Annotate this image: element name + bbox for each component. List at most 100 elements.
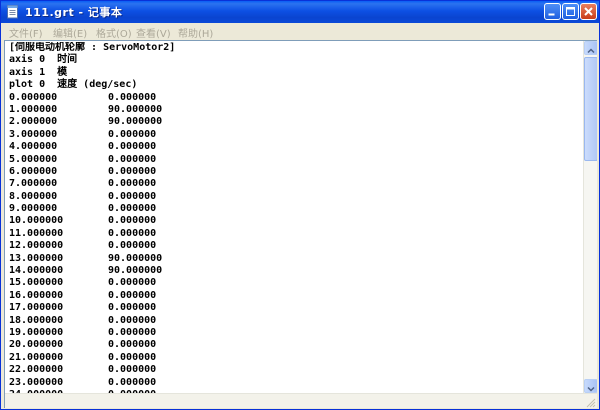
speed-value: 0.000000 bbox=[108, 203, 157, 215]
speed-value: 0.000000 bbox=[108, 277, 157, 289]
header-line: axis 1 模 bbox=[9, 66, 68, 78]
speed-value: 0.000000 bbox=[108, 302, 157, 314]
time-value: 20.000000 bbox=[9, 339, 64, 351]
time-value: 3.000000 bbox=[9, 128, 58, 140]
scroll-up-button[interactable] bbox=[584, 41, 597, 55]
time-value: 23.000000 bbox=[9, 376, 64, 388]
speed-value: 0.000000 bbox=[108, 128, 157, 140]
time-value: 0.000000 bbox=[9, 91, 58, 103]
data-row: 5.000000 0.000000 bbox=[9, 154, 583, 166]
data-row: 10.000000 0.000000 bbox=[9, 215, 583, 227]
speed-value: 0.000000 bbox=[108, 314, 157, 326]
notepad-icon[interactable] bbox=[6, 4, 20, 19]
menu-edit[interactable]: 编辑(E) bbox=[53, 25, 87, 40]
bottom-scroll-strip bbox=[5, 393, 597, 408]
speed-value: 90.000000 bbox=[108, 103, 163, 115]
data-row: 21.000000 0.000000 bbox=[9, 352, 583, 364]
data-row: 23.000000 0.000000 bbox=[9, 377, 583, 389]
speed-value: 90.000000 bbox=[108, 116, 163, 128]
speed-value: 0.000000 bbox=[108, 153, 157, 165]
time-value: 15.000000 bbox=[9, 277, 64, 289]
time-value: 8.000000 bbox=[9, 190, 58, 202]
header-line: plot 0 速度 (deg/sec) bbox=[9, 79, 138, 91]
menu-view[interactable]: 查看(V) bbox=[136, 25, 171, 40]
document-text[interactable]: [伺服电动机轮廓 : ServoMotor2] axis 0 时间 axis 1… bbox=[9, 42, 583, 400]
speed-value: 0.000000 bbox=[108, 190, 157, 202]
menu-bar: 文件(F) 编辑(E) 格式(O) 查看(V) 帮助(H) bbox=[1, 23, 599, 40]
speed-value: 0.000000 bbox=[108, 289, 157, 301]
close-button[interactable] bbox=[580, 3, 597, 20]
data-row: 9.000000 0.000000 bbox=[9, 203, 583, 215]
scrollbar-thumb[interactable] bbox=[584, 57, 597, 161]
speed-value: 0.000000 bbox=[108, 326, 157, 338]
data-row: 17.000000 0.000000 bbox=[9, 302, 583, 314]
data-row: 8.000000 0.000000 bbox=[9, 191, 583, 203]
time-value: 19.000000 bbox=[9, 326, 64, 338]
title-bar[interactable]: 111.grt - 记事本 bbox=[1, 1, 599, 23]
data-row: 0.000000 0.000000 bbox=[9, 92, 583, 104]
data-row: 18.000000 0.000000 bbox=[9, 315, 583, 327]
speed-value: 0.000000 bbox=[108, 215, 157, 227]
data-row: 14.000000 90.000000 bbox=[9, 265, 583, 277]
data-row: 15.000000 0.000000 bbox=[9, 277, 583, 289]
data-row: 6.000000 0.000000 bbox=[9, 166, 583, 178]
time-value: 12.000000 bbox=[9, 240, 64, 252]
time-value: 18.000000 bbox=[9, 314, 64, 326]
data-row: 7.000000 0.000000 bbox=[9, 178, 583, 190]
data-row: 1.000000 90.000000 bbox=[9, 104, 583, 116]
time-value: 17.000000 bbox=[9, 302, 64, 314]
data-row: 3.000000 0.000000 bbox=[9, 129, 583, 141]
time-value: 22.000000 bbox=[9, 364, 64, 376]
minimize-icon bbox=[548, 13, 555, 16]
time-value: 5.000000 bbox=[9, 153, 58, 165]
maximize-icon bbox=[566, 7, 575, 16]
menu-format[interactable]: 格式(O) bbox=[96, 25, 132, 40]
menu-help[interactable]: 帮助(H) bbox=[178, 25, 213, 40]
maximize-button[interactable] bbox=[562, 3, 579, 20]
window-title: 111.grt - 记事本 bbox=[25, 6, 123, 19]
time-value: 9.000000 bbox=[9, 203, 58, 215]
speed-value: 0.000000 bbox=[108, 376, 157, 388]
speed-value: 0.000000 bbox=[108, 339, 157, 351]
time-value: 4.000000 bbox=[9, 141, 58, 153]
resize-grip-icon[interactable] bbox=[583, 394, 597, 408]
time-value: 11.000000 bbox=[9, 227, 64, 239]
speed-value: 0.000000 bbox=[108, 178, 157, 190]
close-icon bbox=[584, 7, 593, 16]
vertical-scrollbar[interactable] bbox=[583, 41, 597, 393]
minimize-button[interactable] bbox=[544, 3, 561, 20]
time-value: 16.000000 bbox=[9, 289, 64, 301]
data-row: 12.000000 0.000000 bbox=[9, 240, 583, 252]
data-row: 4.000000 0.000000 bbox=[9, 141, 583, 153]
time-value: 14.000000 bbox=[9, 265, 64, 277]
speed-value: 0.000000 bbox=[108, 351, 157, 363]
scroll-down-button[interactable] bbox=[584, 379, 597, 393]
speed-value: 90.000000 bbox=[108, 265, 163, 277]
time-value: 7.000000 bbox=[9, 178, 58, 190]
header-line: axis 0 时间 bbox=[9, 54, 78, 66]
chevron-up-icon bbox=[587, 48, 595, 54]
text-editor[interactable]: [伺服电动机轮廓 : ServoMotor2] axis 0 时间 axis 1… bbox=[4, 40, 597, 408]
time-value: 2.000000 bbox=[9, 116, 58, 128]
notepad-window: 111.grt - 记事本 文件(F) 编辑(E) 格式(O) 查看(V) 帮助… bbox=[0, 0, 600, 410]
speed-value: 90.000000 bbox=[108, 252, 163, 264]
time-value: 21.000000 bbox=[9, 351, 64, 363]
speed-value: 0.000000 bbox=[108, 240, 157, 252]
data-row: 19.000000 0.000000 bbox=[9, 327, 583, 339]
data-row: 20.000000 0.000000 bbox=[9, 339, 583, 351]
time-value: 6.000000 bbox=[9, 165, 58, 177]
speed-value: 0.000000 bbox=[108, 91, 157, 103]
time-value: 13.000000 bbox=[9, 252, 64, 264]
speed-value: 0.000000 bbox=[108, 141, 157, 153]
header-line: [伺服电动机轮廓 : ServoMotor2] bbox=[9, 42, 176, 53]
menu-file[interactable]: 文件(F) bbox=[9, 25, 43, 40]
time-value: 1.000000 bbox=[9, 103, 58, 115]
data-row: 2.000000 90.000000 bbox=[9, 116, 583, 128]
time-value: 10.000000 bbox=[9, 215, 64, 227]
data-row: 11.000000 0.000000 bbox=[9, 228, 583, 240]
data-row: 22.000000 0.000000 bbox=[9, 364, 583, 376]
speed-value: 0.000000 bbox=[108, 227, 157, 239]
speed-value: 0.000000 bbox=[108, 364, 157, 376]
speed-value: 0.000000 bbox=[108, 165, 157, 177]
data-row: 16.000000 0.000000 bbox=[9, 290, 583, 302]
